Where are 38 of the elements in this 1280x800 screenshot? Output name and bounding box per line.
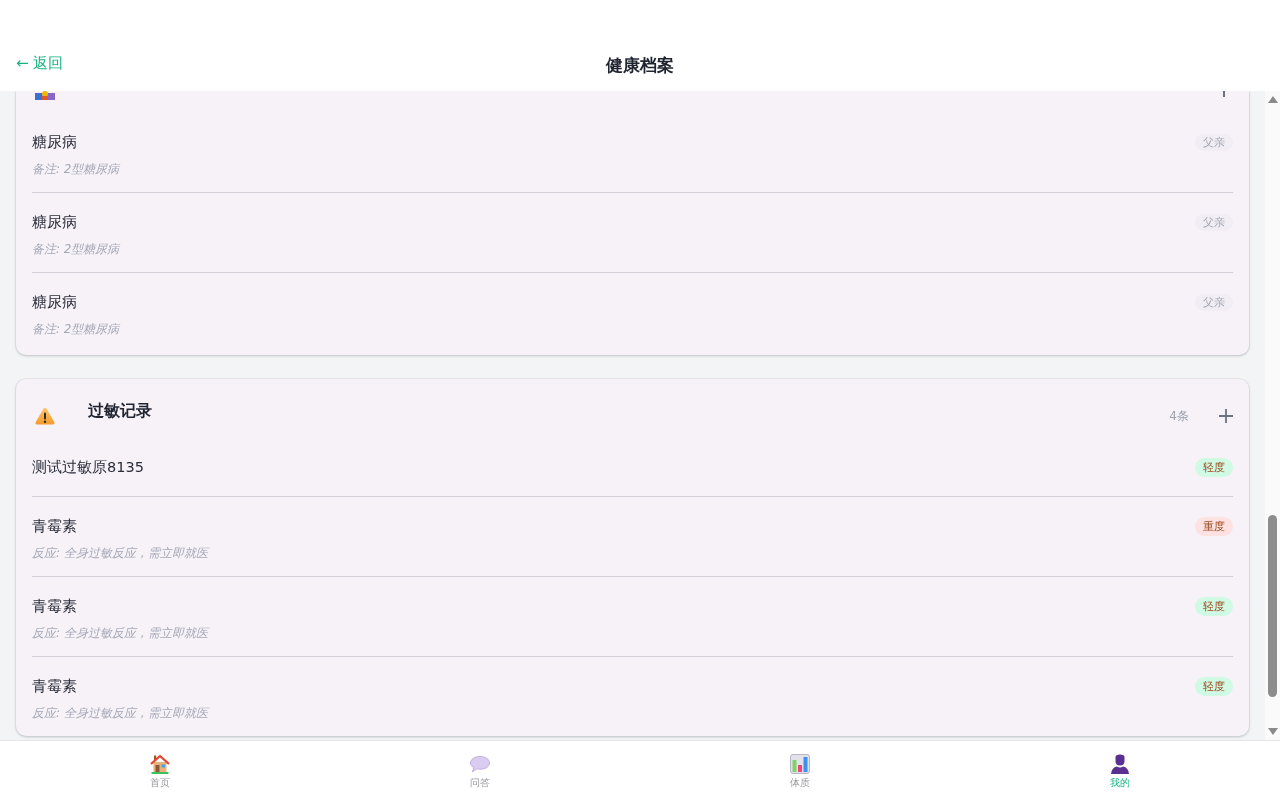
clipped-icon [35, 91, 55, 100]
allergen-name: 青霉素 [32, 677, 77, 695]
note-text: 备注: 2型糖尿病 [32, 161, 120, 177]
allergen-name: 青霉素 [32, 597, 77, 615]
section-title: 过敏记录 [88, 400, 152, 422]
tab-item[interactable]: 首页 [130, 741, 190, 800]
scroll-up-icon[interactable] [1267, 96, 1278, 103]
tab-item[interactable]: 问答 [450, 741, 510, 800]
relation-tag: 父亲 [1195, 133, 1233, 151]
note-text: 备注: 2型糖尿病 [32, 321, 120, 337]
condition-name: 糖尿病 [32, 133, 77, 151]
record-count: 4条 [1169, 408, 1189, 424]
condition-name: 糖尿病 [32, 213, 77, 231]
warning-icon [35, 407, 55, 425]
severity-tag: 重度 [1195, 516, 1233, 536]
house-icon [150, 754, 170, 774]
scrollbar-thumb[interactable] [1268, 515, 1277, 697]
severity-tag: 轻度 [1195, 596, 1233, 616]
note-text: 备注: 2型糖尿病 [32, 241, 120, 257]
reaction-note: 反应: 全身过敏反应，需立即就医 [32, 545, 208, 561]
allergen-name: 测试过敏原8135 [32, 458, 144, 476]
person-icon [1110, 754, 1130, 774]
allergen-name: 青霉素 [32, 517, 77, 535]
relation-tag: 父亲 [1195, 293, 1233, 311]
page-title: 健康档案 [606, 53, 674, 76]
speech-bubble-icon [470, 754, 490, 774]
tab-item[interactable]: 体质 [770, 741, 830, 800]
reaction-note: 反应: 全身过敏反应，需立即就医 [32, 705, 208, 721]
bar-chart-icon [790, 754, 810, 774]
reaction-note: 反应: 全身过敏反应，需立即就医 [32, 625, 208, 641]
scroll-down-icon[interactable] [1267, 728, 1278, 735]
tab-item[interactable]: 我的 [1090, 741, 1150, 800]
severity-tag: 轻度 [1195, 457, 1233, 477]
condition-name: 糖尿病 [32, 293, 77, 311]
scrollbar[interactable] [1265, 91, 1280, 740]
severity-tag: 轻度 [1195, 676, 1233, 696]
back-link[interactable]: ← 返回 [14, 53, 66, 73]
relation-tag: 父亲 [1195, 213, 1233, 231]
